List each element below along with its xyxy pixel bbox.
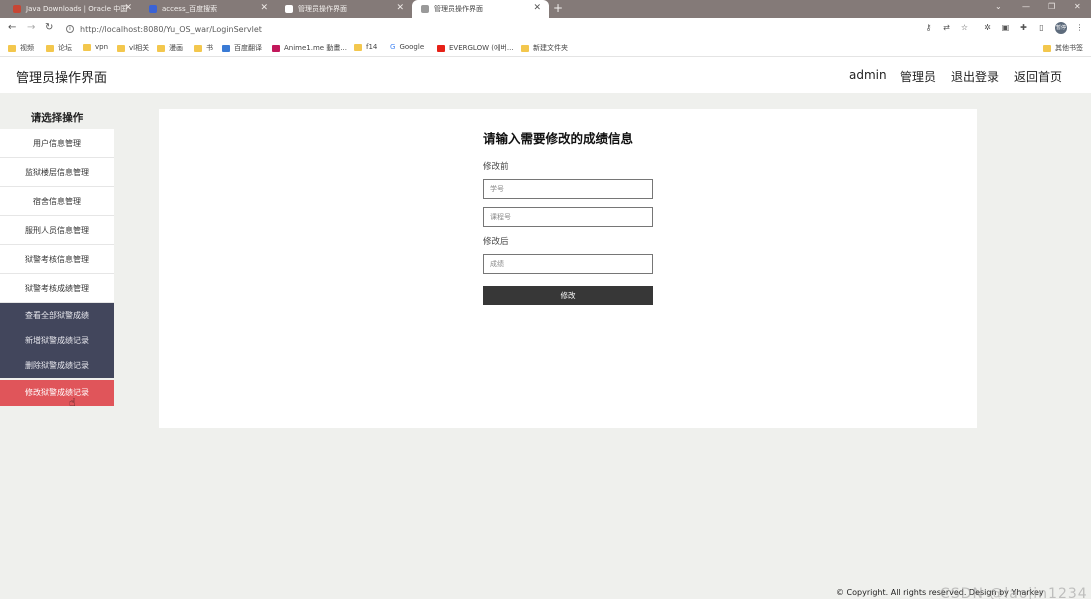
bookmark-item[interactable]: 新建文件夹 bbox=[521, 43, 568, 53]
tab-label: 管理员操作界面 bbox=[298, 5, 347, 13]
close-tab-icon[interactable]: ✕ bbox=[396, 3, 404, 13]
address-bar: ← → ↻ i http://localhost:8080/Yu_OS_war/… bbox=[0, 18, 1091, 39]
extension-icon[interactable]: ✲ bbox=[983, 23, 992, 32]
browser-tab-access[interactable]: access_百度搜索 ✕ bbox=[140, 0, 276, 18]
back-arrow-icon[interactable]: ← bbox=[8, 22, 16, 33]
sidebar-item-user-info[interactable]: 用户信息管理 bbox=[0, 129, 114, 158]
folder-icon bbox=[46, 44, 54, 52]
url-field[interactable]: i http://localhost:8080/Yu_OS_war/LoginS… bbox=[66, 22, 966, 36]
browser-tab-java[interactable]: Java Downloads | Oracle 中国 ✕ bbox=[4, 0, 140, 18]
folder-icon bbox=[117, 44, 125, 52]
submenu-delete-score[interactable]: 删除狱警成绩记录 bbox=[0, 353, 114, 378]
close-window-icon[interactable]: ✕ bbox=[1074, 2, 1081, 11]
reload-icon[interactable]: ↻ bbox=[45, 22, 53, 33]
sidebar-item-inmate-info[interactable]: 服刑人员信息管理 bbox=[0, 216, 114, 245]
app-header: 管理员操作界面 admin 管理员 退出登录 返回首页 bbox=[0, 57, 1091, 93]
after-label: 修改后 bbox=[483, 237, 509, 247]
browser-tab-admin-active[interactable]: 管理员操作界面 ✕ bbox=[412, 0, 549, 18]
close-tab-icon[interactable]: ✕ bbox=[124, 3, 132, 13]
oracle-favicon-icon bbox=[13, 5, 21, 13]
forward-arrow-icon[interactable]: → bbox=[27, 22, 35, 33]
tab-label: 管理员操作界面 bbox=[434, 5, 483, 13]
bottom-strip bbox=[0, 599, 1091, 614]
page-favicon-icon bbox=[421, 5, 429, 13]
folder-icon bbox=[8, 44, 16, 52]
sidebar-item-assessment-scores[interactable]: 狱警考核成绩管理 bbox=[0, 274, 114, 303]
key-icon[interactable]: ⚷ bbox=[924, 23, 933, 32]
minimize-icon[interactable]: — bbox=[1022, 2, 1030, 11]
close-tab-icon[interactable]: ✕ bbox=[533, 3, 541, 13]
site-info-icon[interactable]: i bbox=[66, 25, 74, 33]
nav-admin-link[interactable]: admin bbox=[849, 68, 887, 82]
nav-role-link[interactable]: 管理员 bbox=[900, 68, 936, 85]
baidu-favicon-icon bbox=[149, 5, 157, 13]
translate-icon[interactable]: ⇄ bbox=[942, 23, 951, 32]
submit-edit-button[interactable]: 修改 bbox=[483, 286, 653, 305]
course-id-input[interactable] bbox=[483, 207, 653, 227]
sidebar-title: 请选择操作 bbox=[30, 112, 84, 124]
bookmarks-bar: 视频 论坛 vpn vl相关 漫画 书 百度翻译 Anime1.me 動畫...… bbox=[0, 39, 1091, 57]
student-id-input[interactable] bbox=[483, 179, 653, 199]
nav-logout-link[interactable]: 退出登录 bbox=[951, 68, 999, 85]
bookmark-item[interactable]: Anime1.me 動畫... bbox=[272, 43, 347, 53]
tab-label: Java Downloads | Oracle 中国 bbox=[26, 5, 128, 13]
folder-icon bbox=[354, 43, 362, 51]
page-title: 管理员操作界面 bbox=[16, 71, 108, 86]
form-title: 请输入需要修改的成绩信息 bbox=[483, 131, 634, 146]
bookmark-item[interactable]: f14 bbox=[354, 43, 377, 51]
maximize-icon[interactable]: ❐ bbox=[1048, 2, 1055, 11]
sidebar-item-dorm-info[interactable]: 宿舍信息管理 bbox=[0, 187, 114, 216]
profile-avatar[interactable]: 暂停 bbox=[1055, 22, 1067, 34]
menu-kebab-icon[interactable]: ⋮ bbox=[1075, 23, 1084, 32]
page-favicon-icon bbox=[285, 5, 293, 13]
score-input[interactable] bbox=[483, 254, 653, 274]
bookmark-item[interactable]: vl相关 bbox=[117, 43, 149, 53]
folder-icon bbox=[194, 44, 202, 52]
before-label: 修改前 bbox=[483, 162, 509, 172]
other-bookmarks[interactable]: 其他书签 bbox=[1043, 43, 1083, 53]
bookmark-item[interactable]: G Google bbox=[390, 43, 424, 51]
extension-icon[interactable]: ▣ bbox=[1001, 23, 1010, 32]
bookmark-item[interactable]: 论坛 bbox=[46, 43, 72, 53]
puzzle-icon[interactable]: ✚ bbox=[1019, 23, 1028, 32]
bookmark-item[interactable]: EVERGLOW (에버... bbox=[437, 43, 514, 53]
submenu-edit-score[interactable]: 修改狱警成绩记录 bbox=[0, 380, 114, 406]
folder-icon bbox=[83, 43, 91, 51]
hand-cursor-icon: ☝ bbox=[69, 396, 76, 409]
sidepanel-icon[interactable]: ▯ bbox=[1037, 23, 1046, 32]
close-tab-icon[interactable]: ✕ bbox=[260, 3, 268, 13]
bookmark-item[interactable]: 百度翻译 bbox=[222, 43, 262, 53]
submenu-view-all-scores[interactable]: 查看全部狱警成绩 bbox=[0, 303, 114, 328]
folder-icon bbox=[1043, 44, 1051, 52]
browser-tab-strip: Java Downloads | Oracle 中国 ✕ access_百度搜索… bbox=[0, 0, 1091, 18]
new-tab-button[interactable]: + bbox=[553, 1, 563, 15]
submenu-add-score[interactable]: 新增狱警成绩记录 bbox=[0, 328, 114, 353]
translate-favicon-icon bbox=[222, 44, 230, 52]
sidebar-item-assessment-info[interactable]: 狱警考核信息管理 bbox=[0, 245, 114, 274]
folder-icon bbox=[157, 44, 165, 52]
bookmark-item[interactable]: 漫画 bbox=[157, 43, 183, 53]
bookmark-item[interactable]: 视频 bbox=[8, 43, 34, 53]
folder-icon bbox=[521, 44, 529, 52]
browser-tab-admin-1[interactable]: 管理员操作界面 ✕ bbox=[276, 0, 412, 18]
nav-home-link[interactable]: 返回首页 bbox=[1014, 68, 1062, 85]
youtube-favicon-icon bbox=[437, 44, 445, 52]
bookmark-item[interactable]: 书 bbox=[194, 43, 213, 53]
url-text: http://localhost:8080/Yu_OS_war/LoginSer… bbox=[80, 24, 262, 34]
tab-search-icon[interactable]: ⌄ bbox=[995, 2, 1002, 11]
anime-favicon-icon bbox=[272, 44, 280, 52]
tab-label: access_百度搜索 bbox=[162, 5, 218, 13]
google-favicon-icon: G bbox=[390, 43, 396, 51]
sidebar-item-floor-info[interactable]: 监狱楼层信息管理 bbox=[0, 158, 114, 187]
bookmark-item[interactable]: vpn bbox=[83, 43, 108, 51]
star-icon[interactable]: ☆ bbox=[960, 23, 969, 32]
